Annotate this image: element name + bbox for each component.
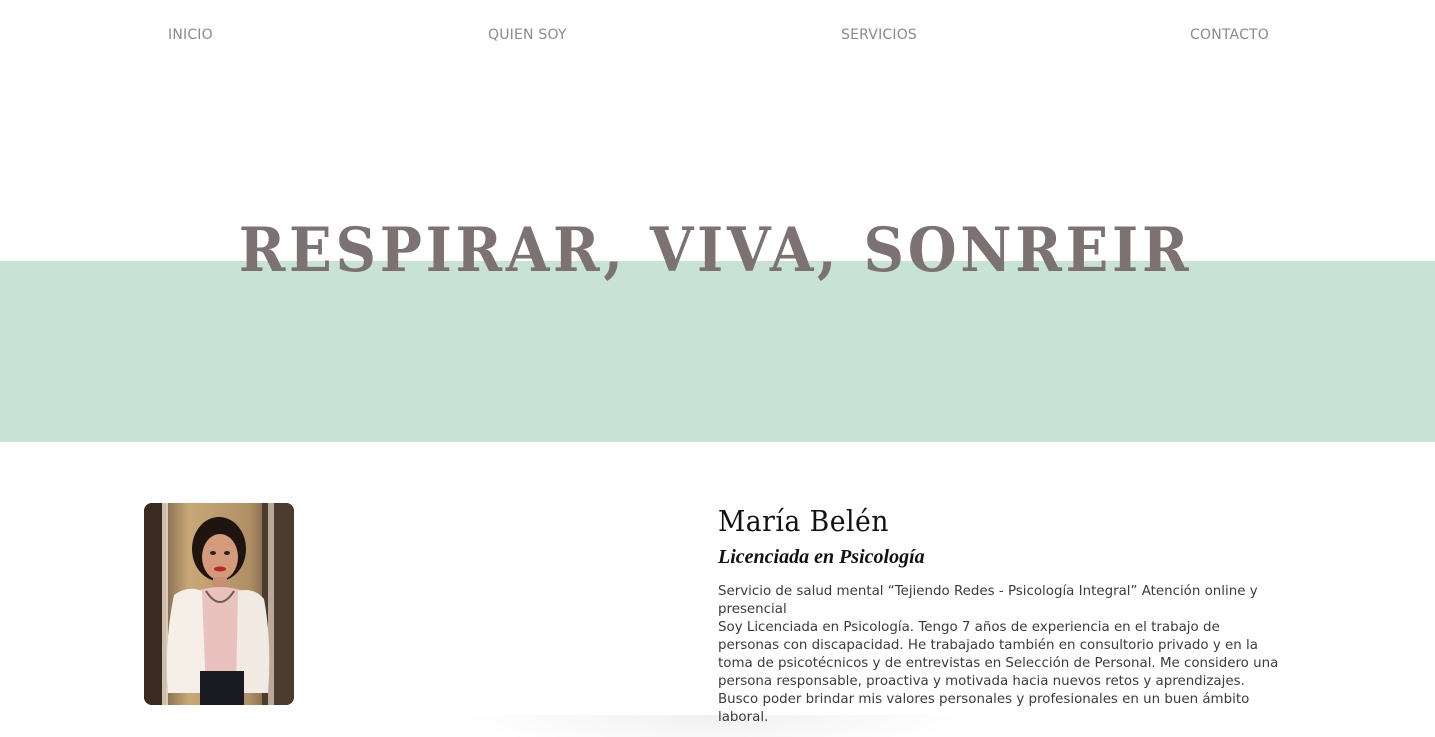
nav-link-inicio[interactable]: INICIO xyxy=(168,27,213,43)
portrait-photo xyxy=(144,503,294,705)
nav-link-contacto[interactable]: CONTACTO xyxy=(1190,27,1269,43)
bottom-shadow xyxy=(460,715,970,737)
profile-degree: Licenciada en Psicología xyxy=(718,546,925,568)
profile-name: María Belén xyxy=(718,504,889,538)
bio-paragraph: Servicio de salud mental “Tejiendo Redes… xyxy=(718,584,1258,617)
nav-link-quien-soy[interactable]: QUIEN SOY xyxy=(488,27,567,43)
bio-section: María Belén Licenciada en Psicología Ser… xyxy=(718,500,1283,727)
bio-text: Servicio de salud mental “Tejiendo Redes… xyxy=(718,583,1283,727)
nav-link-servicios[interactable]: SERVICIOS xyxy=(841,27,917,43)
top-navigation: INICIO QUIEN SOY SERVICIOS CONTACTO xyxy=(0,0,1435,72)
portrait-image xyxy=(144,503,294,705)
bio-paragraph: Soy Licenciada en Psicología. Tengo 7 añ… xyxy=(718,620,1279,725)
page: INICIO QUIEN SOY SERVICIOS CONTACTO RESP… xyxy=(0,0,1435,737)
hero-band xyxy=(0,261,1435,442)
hero-title: RESPIRAR, VIVA, SONREIR xyxy=(238,215,1193,286)
